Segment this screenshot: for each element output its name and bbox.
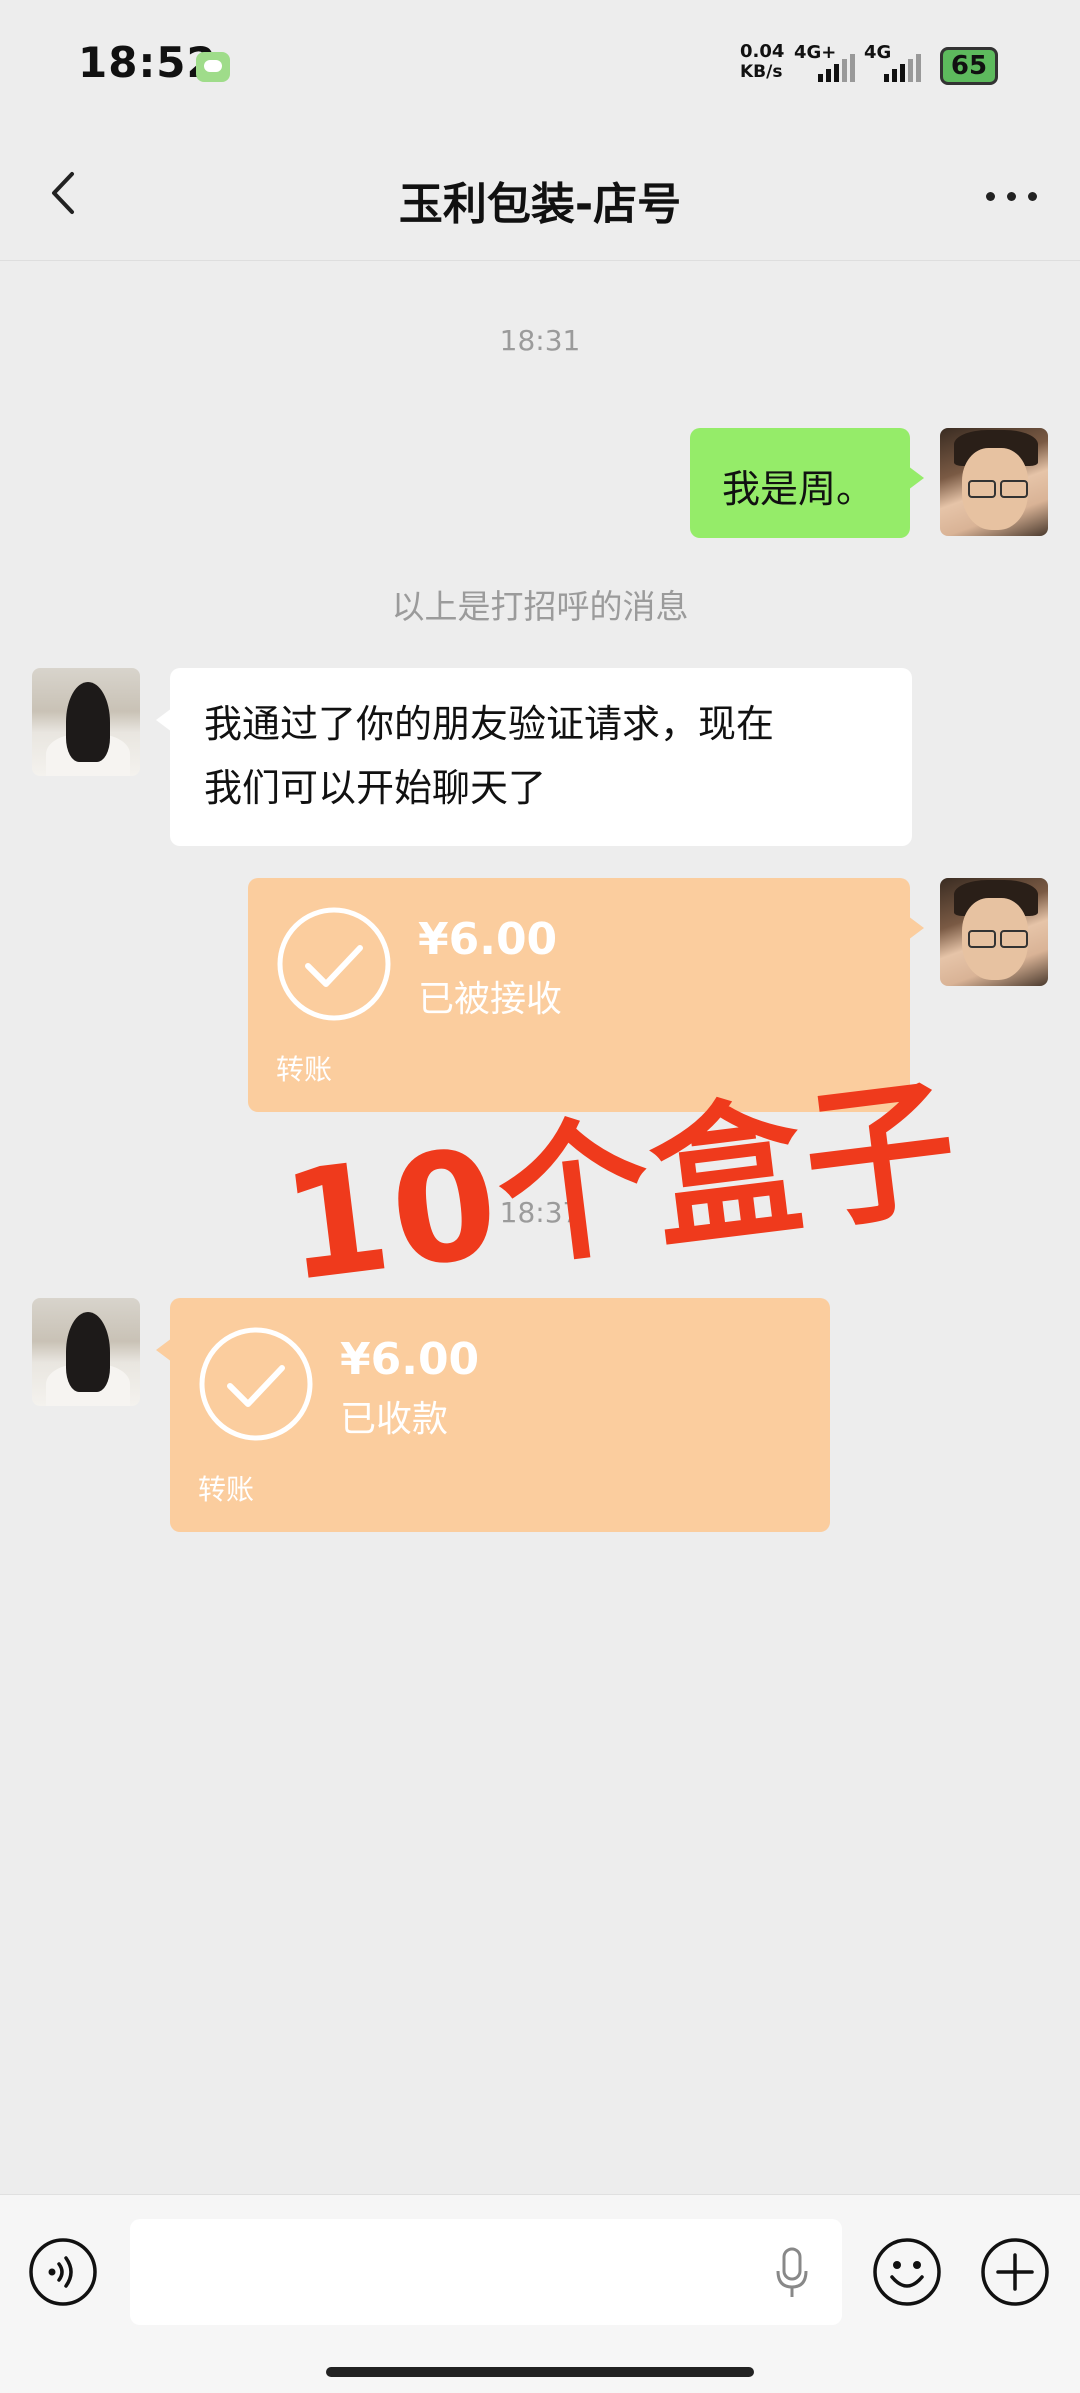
wechat-notification-icon	[196, 52, 230, 82]
signal-strength-1-icon	[818, 48, 855, 82]
chat-title: 玉利包装-店号	[398, 179, 682, 230]
chat-header: 玉利包装-店号	[0, 130, 1080, 261]
my-message-bubble[interactable]: 我是周。	[690, 428, 924, 538]
plus-button[interactable]	[980, 2237, 1050, 2307]
battery-icon: 65	[940, 47, 998, 85]
message-text-line-1: 我通过了你的朋友验证请求，现在	[204, 702, 775, 746]
transfer-amount: ¥6.00	[340, 1334, 480, 1385]
battery-level: 65	[950, 51, 988, 81]
transfer-label: 转账	[276, 1053, 333, 1086]
plus-icon	[981, 2238, 1049, 2306]
check-circle-icon	[199, 1327, 313, 1441]
my-avatar[interactable]	[940, 428, 1048, 536]
transfer-label: 转账	[198, 1473, 255, 1506]
contact-avatar[interactable]	[32, 1298, 140, 1406]
status-bar: 18:52 0.04 KB/s 4G+ 4G 65	[0, 0, 1080, 130]
contact-message-bubble[interactable]: 我通过了你的朋友验证请求，现在 我们可以开始聊天了	[156, 668, 912, 846]
transfer-card-received[interactable]: ¥6.00 已收款 转账	[156, 1298, 830, 1532]
transfer-status: 已被接收	[418, 979, 563, 1020]
microphone-icon	[776, 2247, 808, 2297]
voice-button[interactable]	[28, 2237, 98, 2307]
message-text-line-2: 我们可以开始聊天了	[204, 766, 547, 810]
timestamp: 18:31	[499, 324, 581, 357]
signal-strength-2-icon	[884, 48, 921, 82]
transfer-status: 已收款	[340, 1399, 449, 1440]
message-input[interactable]	[130, 2219, 842, 2325]
my-avatar[interactable]	[940, 878, 1048, 986]
microphone-button[interactable]	[774, 2247, 810, 2299]
home-indicator[interactable]	[326, 2367, 754, 2377]
network-speed-value: 0.04	[740, 41, 785, 62]
network-speed: 0.04 KB/s	[740, 41, 785, 83]
network-speed-unit: KB/s	[740, 62, 783, 82]
voice-icon	[29, 2238, 97, 2306]
input-bar	[0, 2194, 1080, 2393]
check-circle-icon	[277, 907, 391, 1021]
contact-avatar[interactable]	[32, 668, 140, 776]
emoji-icon	[873, 2238, 941, 2306]
more-button[interactable]	[982, 170, 1042, 220]
transfer-amount: ¥6.00	[418, 914, 558, 965]
system-notice: 以上是打招呼的消息	[391, 587, 689, 626]
emoji-button[interactable]	[872, 2237, 942, 2307]
message-text: 我是周。	[722, 467, 875, 511]
